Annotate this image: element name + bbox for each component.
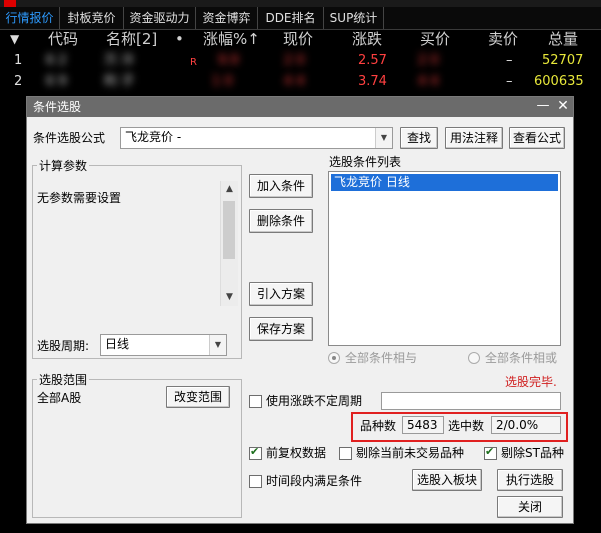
col-volume[interactable]: 总量 — [548, 28, 578, 50]
radio-all-or-label: 全部条件相或 — [485, 351, 558, 365]
sort-arrow-icon[interactable]: ▼ — [10, 28, 19, 50]
tab-sup-stats[interactable]: SUP统计 — [324, 7, 384, 29]
range-group-label: 选股范围 — [37, 372, 90, 388]
count-value: 5483 — [402, 416, 444, 434]
bid-price: 4 4 — [418, 74, 439, 89]
dialog-title: 条件选股 — [33, 100, 82, 114]
col-change[interactable]: 涨跌 — [352, 28, 382, 50]
scroll-thumb[interactable] — [223, 201, 235, 259]
tab-quotes[interactable]: 行情报价 — [0, 7, 60, 29]
app-logo — [4, 0, 16, 7]
period-value: 日线 — [105, 337, 130, 351]
bid-price: 2 0 — [418, 53, 439, 68]
count-label: 品种数 — [360, 419, 397, 433]
col-change-pct[interactable]: 涨幅%↑ — [203, 28, 260, 50]
range-value: 全部A股 — [37, 391, 82, 405]
formula-select[interactable]: 飞龙竞价 - ▼ — [120, 127, 393, 149]
time-satisfy-checkbox[interactable] — [249, 475, 262, 488]
col-price[interactable]: 现价 — [283, 28, 313, 50]
volume: 52707 — [542, 53, 584, 68]
app-tab-bar: 行情报价 封板竞价 资金驱动力 资金博弈 DDE排名 SUP统计 — [0, 7, 601, 30]
stock-code: 6 9 — [46, 74, 67, 89]
tab-dde-rank[interactable]: DDE排名 — [258, 7, 324, 29]
close-button[interactable]: 关闭 — [497, 496, 563, 518]
time-satisfy-label: 时间段内满足条件 — [266, 474, 363, 488]
row-number: 1 — [14, 53, 23, 68]
stock-name: 万 冷 — [104, 53, 135, 68]
selected-count-value: 2/0.0% — [491, 416, 561, 434]
pre-rights-checkbox[interactable] — [249, 445, 262, 460]
app-title-strip — [0, 0, 601, 7]
radio-all-and[interactable] — [328, 352, 340, 364]
add-condition-button[interactable]: 加入条件 — [249, 174, 313, 198]
tab-capital-drive[interactable]: 资金驱动力 — [124, 7, 196, 29]
scroll-down-icon[interactable]: ▼ — [221, 289, 238, 305]
dialog-titlebar[interactable]: 条件选股 — ✕ — [27, 97, 573, 117]
stock-screener-dialog: 条件选股 — ✕ 条件选股公式 飞龙竞价 - ▼ 查找 用法注释 查看公式 计算… — [26, 96, 574, 524]
tab-limit-auction[interactable]: 封板竞价 — [60, 7, 124, 29]
period-select[interactable]: 日线 ▼ — [100, 334, 227, 356]
save-plan-button[interactable]: 保存方案 — [249, 317, 313, 341]
stock-name: 利 子 — [104, 74, 135, 89]
exclude-untraded-checkbox[interactable] — [339, 447, 352, 460]
find-button[interactable]: 查找 — [400, 127, 438, 149]
row-number: 2 — [14, 74, 23, 89]
exclude-st-label: 剔除ST品种 — [501, 446, 564, 460]
scroll-up-icon[interactable]: ▲ — [221, 181, 238, 197]
flag-badge: R — [190, 57, 197, 68]
volume: 600635 — [534, 74, 584, 89]
change-range-button[interactable]: 改变范围 — [166, 386, 230, 408]
price: 2 0 — [284, 53, 305, 68]
chevron-down-icon[interactable]: ▼ — [375, 128, 392, 148]
condition-list-item[interactable]: 飞龙竞价 日线 — [331, 174, 558, 191]
formula-value: 飞龙竞价 - — [125, 130, 182, 144]
change: 2.57 — [358, 53, 387, 68]
params-scrollbar[interactable]: ▲ ▼ — [220, 181, 238, 306]
execute-screen-button[interactable]: 执行选股 — [497, 469, 563, 491]
period-label: 选股周期: — [37, 339, 90, 353]
minimize-icon[interactable]: — — [535, 98, 551, 114]
tab-capital-game[interactable]: 资金博弈 — [196, 7, 258, 29]
col-ask[interactable]: 卖价 — [488, 28, 518, 50]
import-plan-button[interactable]: 引入方案 — [249, 282, 313, 306]
stock-code: 6 2 — [46, 53, 67, 68]
irregular-period-input[interactable] — [381, 392, 561, 410]
params-text: 无参数需要设置 — [37, 191, 122, 205]
selected-count-label: 选中数 — [448, 419, 485, 433]
col-dot: • — [175, 30, 184, 48]
col-change-pct-label: 涨幅%↑ — [203, 30, 260, 48]
ask-price: – — [506, 53, 513, 68]
col-bid[interactable]: 买价 — [420, 28, 450, 50]
change: 3.74 — [358, 74, 387, 89]
change-pct: 1 0 — [212, 74, 233, 89]
use-irregular-period-checkbox[interactable] — [249, 395, 262, 408]
chevron-down-icon[interactable]: ▼ — [209, 335, 226, 355]
delete-condition-button[interactable]: 删除条件 — [249, 209, 313, 233]
view-formula-button[interactable]: 查看公式 — [509, 127, 565, 149]
exclude-untraded-label: 剔除当前未交易品种 — [356, 446, 465, 460]
close-icon[interactable]: ✕ — [555, 98, 571, 114]
usage-notes-button[interactable]: 用法注释 — [445, 127, 503, 149]
use-irregular-period-label: 使用涨跌不定周期 — [266, 394, 363, 408]
status-text: 选股完毕. — [505, 375, 557, 389]
exclude-st-checkbox[interactable] — [484, 445, 497, 460]
ask-price: – — [506, 74, 513, 89]
col-code[interactable]: 代码 — [48, 28, 78, 50]
params-group-label: 计算参数 — [37, 158, 90, 174]
radio-all-and-label: 全部条件相与 — [345, 351, 418, 365]
price: 4 4 — [284, 74, 305, 89]
change-pct: 9.9 — [218, 53, 239, 68]
formula-label: 条件选股公式 — [33, 131, 106, 145]
col-name[interactable]: 名称[2] — [106, 28, 157, 50]
to-block-button[interactable]: 选股入板块 — [412, 469, 482, 491]
condition-list-label: 选股条件列表 — [329, 155, 402, 169]
pre-rights-label: 前复权数据 — [266, 446, 327, 460]
radio-all-or[interactable] — [468, 352, 480, 364]
condition-list[interactable]: 飞龙竞价 日线 — [328, 171, 561, 346]
